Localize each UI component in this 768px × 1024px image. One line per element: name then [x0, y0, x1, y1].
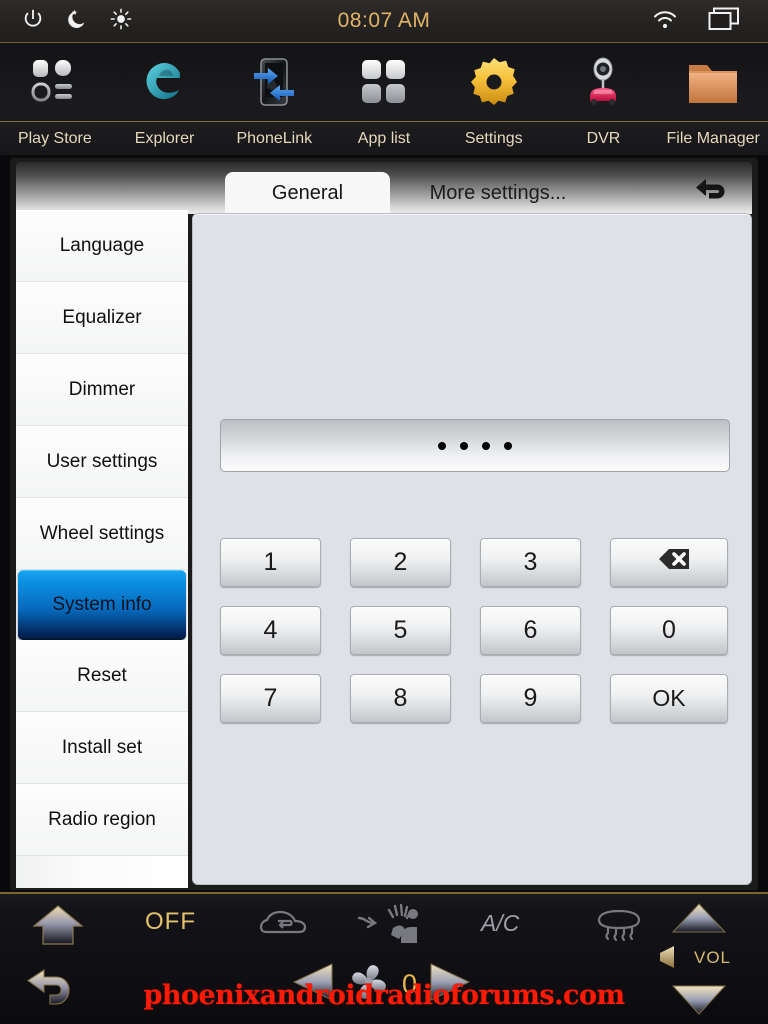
app-label-explorer[interactable]: Explorer — [110, 130, 220, 148]
back-arrow-icon[interactable] — [690, 170, 734, 210]
numeric-keypad: 1 2 3 4 5 6 0 7 8 9 OK — [220, 538, 730, 723]
app-icon-dvr[interactable] — [549, 43, 659, 121]
key-0[interactable]: 0 — [610, 606, 728, 655]
key-9[interactable]: 9 — [480, 674, 581, 723]
backspace-icon — [646, 546, 692, 579]
key-3[interactable]: 3 — [480, 538, 581, 587]
password-input[interactable] — [220, 419, 730, 472]
key-4[interactable]: 4 — [220, 606, 321, 655]
status-bar-right-icons — [652, 0, 740, 43]
keypad-row: 1 2 3 — [220, 538, 730, 587]
password-masked-dots — [438, 441, 512, 450]
rear-defrost-icon[interactable] — [595, 908, 643, 947]
password-dot — [504, 441, 512, 450]
key-ok[interactable]: OK — [610, 674, 728, 723]
sidebar-item-radio-region[interactable]: Radio region — [16, 784, 188, 856]
password-dot — [438, 441, 446, 450]
app-icon-explorer[interactable] — [110, 43, 220, 121]
screens-icon[interactable] — [708, 7, 740, 36]
tab-more-settings[interactable]: More settings... — [398, 172, 598, 214]
key-5[interactable]: 5 — [350, 606, 451, 655]
settings-sidebar: Language Equalizer Dimmer User settings … — [16, 210, 188, 888]
volume-up-arrow-icon[interactable] — [670, 902, 728, 939]
app-label-file-manager[interactable]: File Manager — [658, 130, 768, 148]
car-head-unit-screen: 08:07 AM Play Store Explorer PhoneLink A… — [0, 0, 768, 1024]
settings-tab-bar: General More settings... — [16, 162, 752, 214]
sidebar-item-reset[interactable]: Reset — [16, 640, 188, 712]
keypad-row: 7 8 9 OK — [220, 674, 730, 723]
key-2[interactable]: 2 — [350, 538, 451, 587]
sidebar-item-user-settings[interactable]: User settings — [16, 426, 188, 498]
app-bar-icons — [0, 43, 768, 121]
sidebar-item-wheel-settings[interactable]: Wheel settings — [16, 498, 188, 570]
volume-label: VOL — [694, 948, 732, 967]
speaker-icon[interactable] — [652, 942, 682, 977]
climate-ac-label[interactable]: A/C — [481, 910, 519, 937]
settings-window: General More settings... Language Equali… — [10, 158, 758, 1024]
keypad-row: 4 5 6 0 — [220, 606, 730, 655]
app-icon-app-list[interactable] — [329, 43, 439, 121]
tab-general[interactable]: General — [225, 172, 390, 214]
key-6[interactable]: 6 — [480, 606, 581, 655]
sidebar-item-language[interactable]: Language — [16, 210, 188, 282]
status-bar: 08:07 AM — [0, 0, 768, 43]
app-label-settings[interactable]: Settings — [439, 130, 549, 148]
app-bar: Play Store Explorer PhoneLink App list S… — [0, 43, 768, 155]
sidebar-item-system-info[interactable]: System info — [18, 570, 186, 640]
app-icon-phonelink[interactable] — [219, 43, 329, 121]
climate-off-label[interactable]: OFF — [145, 908, 196, 936]
app-label-phonelink[interactable]: PhoneLink — [219, 130, 329, 148]
app-label-app-list[interactable]: App list — [329, 130, 439, 148]
key-1[interactable]: 1 — [220, 538, 321, 587]
app-icon-settings[interactable] — [439, 43, 549, 121]
password-dot — [482, 441, 490, 450]
app-icon-play-store[interactable] — [0, 43, 110, 121]
password-dot — [460, 441, 468, 450]
wifi-icon[interactable] — [652, 8, 678, 35]
app-bar-labels: Play Store Explorer PhoneLink App list S… — [0, 121, 768, 155]
app-icon-file-manager[interactable] — [658, 43, 768, 121]
app-label-dvr[interactable]: DVR — [549, 130, 659, 148]
air-recirculation-icon[interactable] — [258, 908, 310, 947]
key-8[interactable]: 8 — [350, 674, 451, 723]
sidebar-item-equalizer[interactable]: Equalizer — [16, 282, 188, 354]
airflow-seat-icon[interactable] — [355, 902, 433, 951]
sidebar-item-dimmer[interactable]: Dimmer — [16, 354, 188, 426]
sidebar-item-install-set[interactable]: Install set — [16, 712, 188, 784]
forum-watermark: phoenixandroidradioforums.com — [143, 980, 625, 1011]
app-label-play-store[interactable]: Play Store — [0, 130, 110, 148]
key-backspace[interactable] — [610, 538, 728, 587]
key-7[interactable]: 7 — [220, 674, 321, 723]
